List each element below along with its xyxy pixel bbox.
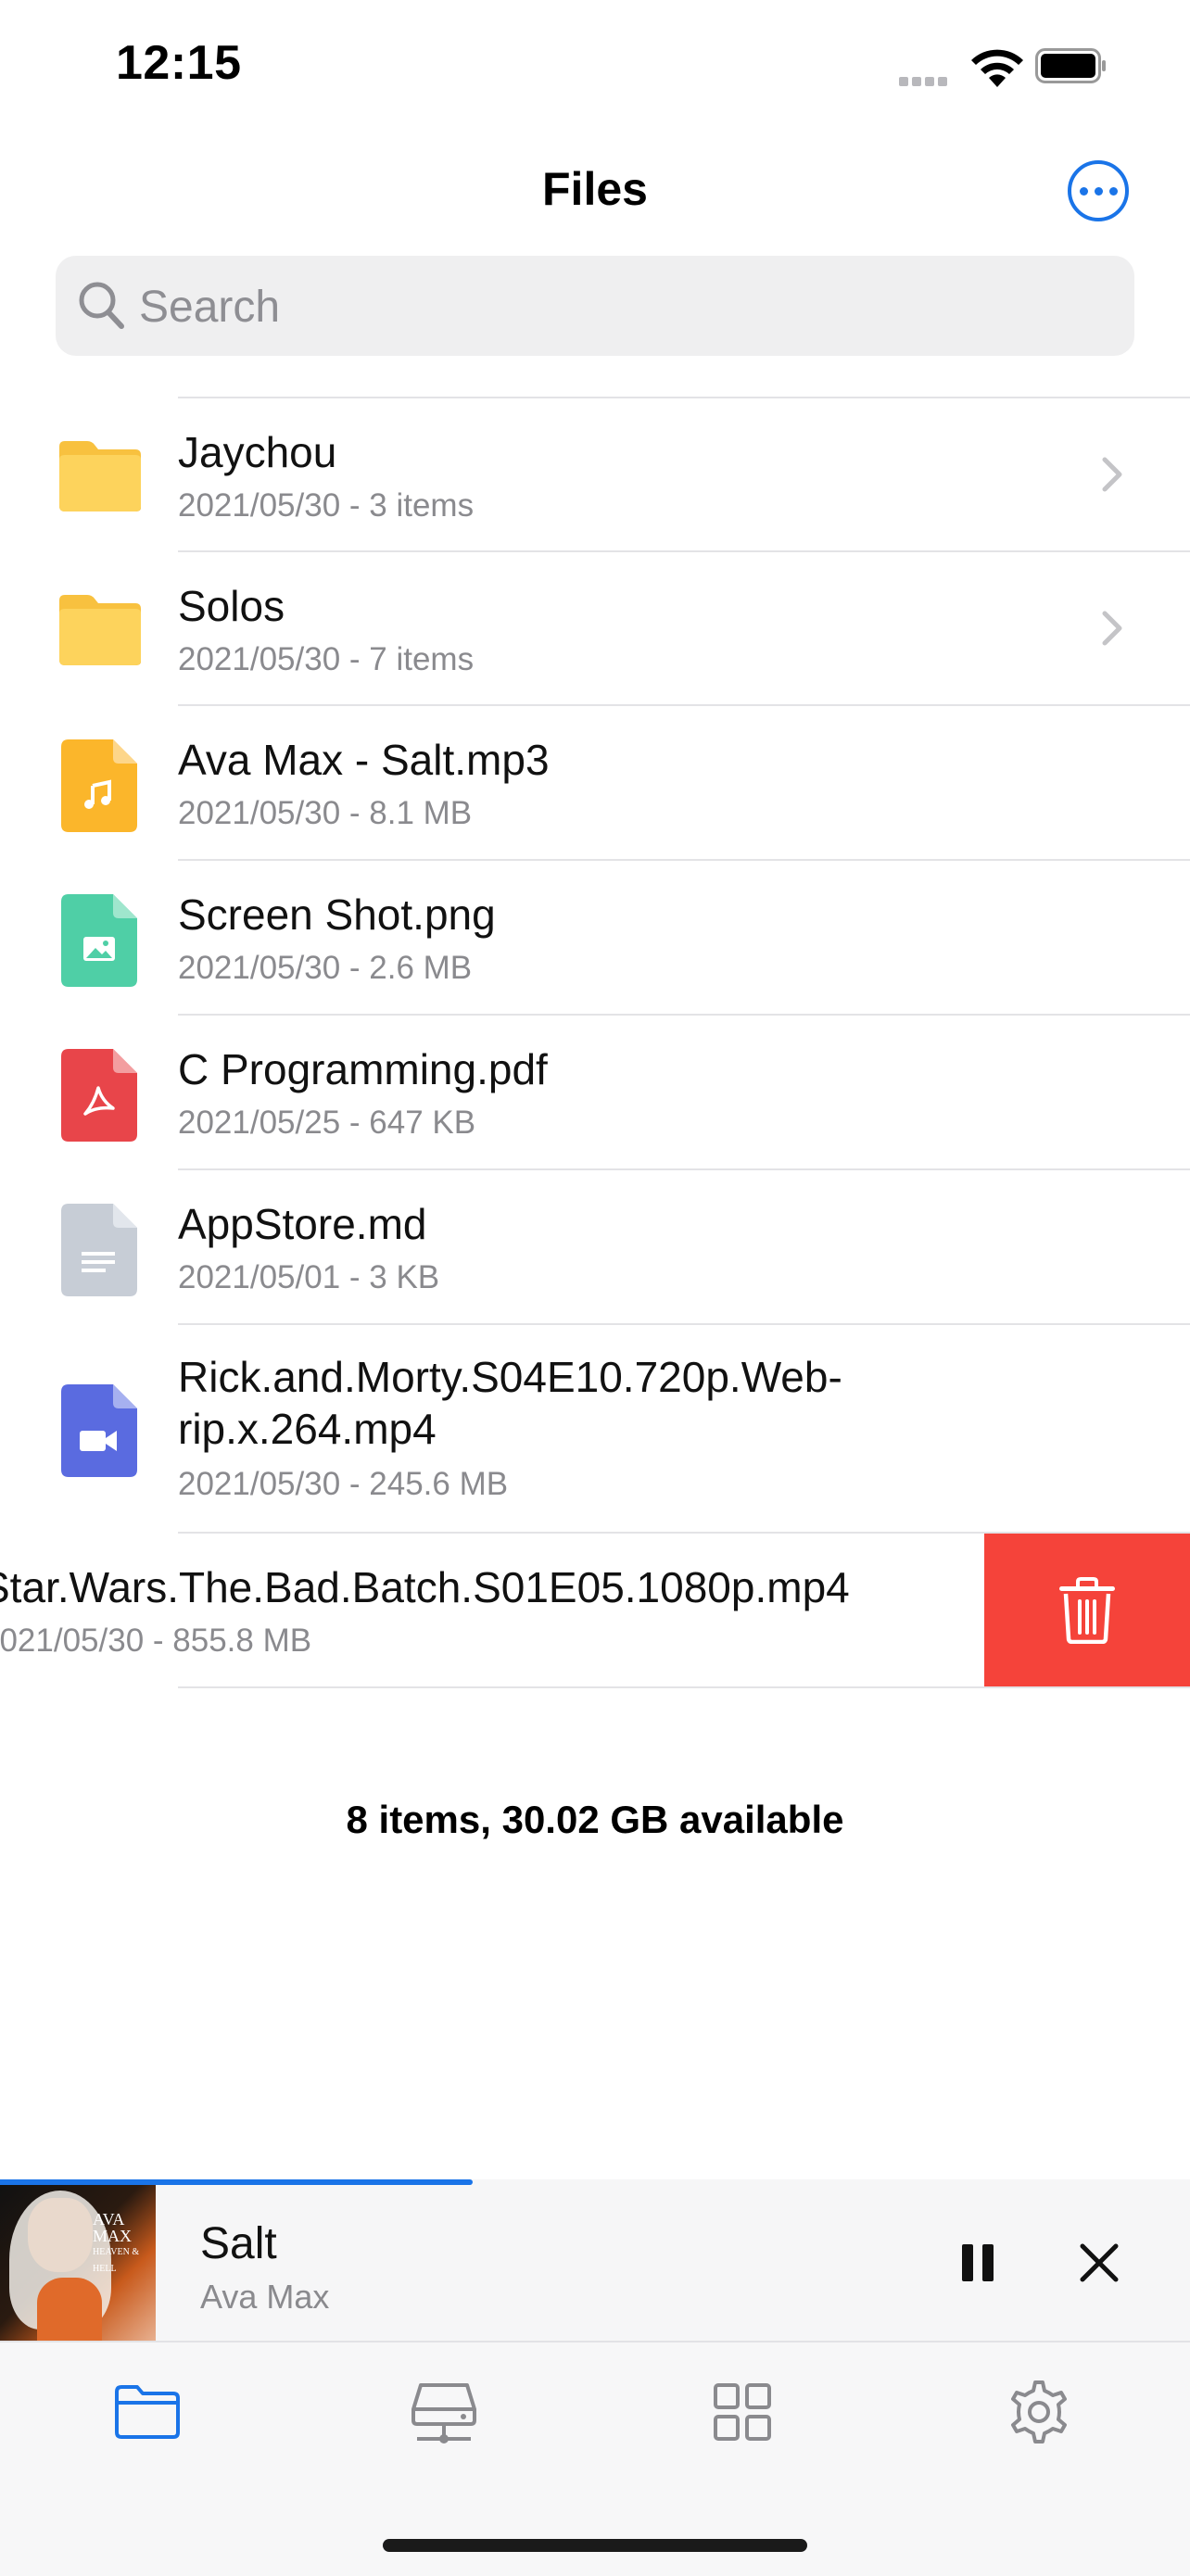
song-artist: Ava Max (200, 2278, 330, 2316)
file-meta: 2021/05/30 - 245.6 MB (178, 1466, 509, 1502)
text-file-icon (61, 1204, 137, 1296)
search-input[interactable] (137, 256, 1123, 358)
album-art-subtext: HEAVEN & HELL (93, 2247, 140, 2274)
song-title: Salt (200, 2219, 277, 2268)
delete-button[interactable] (984, 1534, 1190, 1686)
grid-icon (714, 2383, 771, 2441)
folder-icon (115, 2385, 180, 2439)
file-name: AppStore.md (178, 1200, 427, 1248)
file-row-swiped[interactable]: Star.Wars.The.Bad.Batch.S01E05.1080p.mp4… (0, 1534, 1190, 1688)
album-art-text: AVA MAX (93, 2210, 133, 2245)
row-divider (178, 1686, 1190, 1688)
file-name: Screen Shot.png (178, 890, 496, 939)
file-meta: 2021/05/01 - 3 KB (178, 1259, 440, 1295)
trash-icon (1059, 1576, 1115, 1644)
home-indicator (383, 2539, 807, 2552)
file-row-text[interactable]: AppStore.md 2021/05/01 - 3 KB (0, 1170, 1190, 1325)
file-name: Jaychou (178, 428, 337, 476)
pdf-file-icon (61, 1049, 137, 1142)
search-bar[interactable] (56, 256, 1134, 358)
file-row-audio[interactable]: Ava Max - Salt.mp3 2021/05/30 - 8.1 MB (0, 706, 1190, 861)
chevron-right-icon (1102, 457, 1122, 492)
file-row-solos[interactable]: Solos 2021/05/30 - 7 items (0, 552, 1190, 706)
file-name-line-1: Rick.and.Morty.S04E10.720p.Web- (178, 1353, 842, 1401)
file-name: Ava Max - Salt.mp3 (178, 736, 550, 784)
file-meta: 2021/05/30 - 8.1 MB (178, 795, 473, 831)
now-playing-bar[interactable]: AVA MAX HEAVEN & HELL Salt Ava Max (0, 2185, 1190, 2341)
file-row-video[interactable]: Rick.and.Morty.S04E10.720p.Web- rip.x.26… (0, 1325, 1190, 1534)
battery-icon (1035, 48, 1106, 83)
page-title: Files (542, 163, 648, 215)
tab-network[interactable] (402, 2370, 486, 2454)
folder-icon (59, 595, 141, 665)
tab-apps[interactable] (701, 2370, 784, 2454)
file-meta: 2021/05/30 - 3 items (178, 487, 475, 524)
chevron-right-icon (1102, 611, 1122, 646)
search-icon (79, 282, 124, 329)
file-name: Star.Wars.The.Bad.Batch.S01E05.1080p.mp4 (0, 1563, 850, 1611)
cellular-signal-icon (899, 74, 951, 91)
file-meta: 2021/05/30 - 855.8 MB (0, 1623, 312, 1659)
tab-files[interactable] (106, 2370, 189, 2454)
file-meta: 2021/05/30 - 2.6 MB (178, 950, 473, 986)
file-row-jaychou[interactable]: Jaychou 2021/05/30 - 3 items (0, 398, 1190, 552)
audio-file-icon (61, 739, 137, 832)
pause-button[interactable] (955, 2239, 1003, 2287)
album-art: AVA MAX HEAVEN & HELL (0, 2185, 156, 2341)
wifi-icon (971, 49, 1023, 87)
file-row-pdf[interactable]: C Programming.pdf 2021/05/25 - 647 KB (0, 1016, 1190, 1170)
file-row-image[interactable]: Screen Shot.png 2021/05/30 - 2.6 MB (0, 861, 1190, 1016)
image-file-icon (61, 894, 137, 987)
status-time: 12:15 (116, 36, 242, 90)
status-bar: 12:15 (0, 0, 1190, 139)
folder-icon (59, 441, 141, 511)
file-name: C Programming.pdf (178, 1045, 548, 1093)
file-meta: 2021/05/25 - 647 KB (178, 1105, 476, 1141)
network-drive-icon (411, 2383, 476, 2443)
storage-summary: 8 items, 30.02 GB available (346, 1798, 844, 1841)
close-icon[interactable] (1075, 2239, 1123, 2287)
file-name: Solos (178, 582, 285, 630)
more-options-button[interactable] (1068, 160, 1129, 221)
tab-settings[interactable] (997, 2370, 1081, 2454)
video-file-icon (61, 1384, 137, 1477)
file-meta: 2021/05/30 - 7 items (178, 641, 475, 677)
gear-icon (1011, 2380, 1067, 2443)
file-name-line-2: rip.x.264.mp4 (178, 1405, 437, 1453)
